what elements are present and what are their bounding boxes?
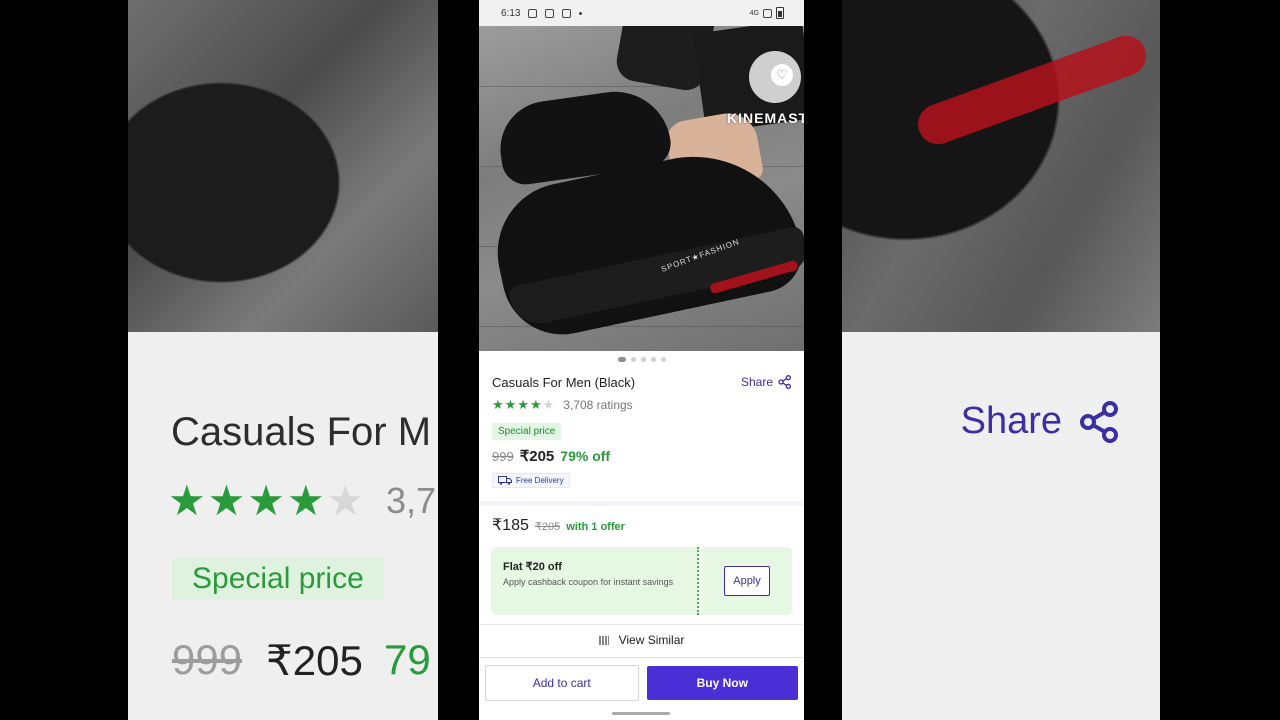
ratings-count: 3,708 ratings bbox=[563, 398, 633, 412]
bottom-action-bar: Add to cart Buy Now bbox=[479, 657, 804, 707]
background-zoom-left: Casuals For M ★★★★★ 3,7 Special price 99… bbox=[128, 0, 438, 720]
view-similar-button[interactable]: View Similar bbox=[479, 624, 804, 655]
apply-coupon-button[interactable]: Apply bbox=[724, 566, 770, 596]
phone-screen: 6:13 4G SPORT★FASHION ♡ KINEMASTER bbox=[479, 0, 804, 720]
mrp-price: 999 bbox=[492, 449, 514, 464]
background-zoom-right: Share bbox=[842, 0, 1160, 720]
free-delivery-label: Free Delivery bbox=[516, 476, 564, 485]
signal-icon bbox=[763, 8, 772, 18]
rating-row[interactable]: ★★★★★ 3,708 ratings bbox=[492, 397, 791, 413]
facebook-icon-2 bbox=[562, 8, 572, 18]
rating-stars: ★★★★★ bbox=[492, 397, 556, 412]
offer-strike-price: ₹205 bbox=[534, 521, 561, 533]
background-discount: 79 bbox=[384, 636, 431, 683]
buy-now-button[interactable]: Buy Now bbox=[646, 665, 798, 700]
battery-icon bbox=[776, 7, 784, 19]
wishlist-heart-icon[interactable]: ♡ bbox=[771, 64, 793, 86]
watermark-text: KINEMASTER bbox=[727, 110, 804, 126]
gesture-nav-bar[interactable] bbox=[612, 712, 670, 715]
discount-percent: 79% off bbox=[560, 448, 611, 464]
offer-count: with 1 offer bbox=[566, 521, 625, 533]
special-price-badge: Special price bbox=[492, 423, 562, 440]
background-photo bbox=[128, 0, 438, 332]
coupon-card: Flat ₹20 off Apply cashback coupon for i… bbox=[491, 547, 792, 615]
background-stars: ★★★★★ bbox=[168, 477, 367, 524]
background-title: Casuals For M bbox=[171, 410, 432, 454]
background-mrp: 999 bbox=[172, 636, 243, 683]
share-label: Share bbox=[740, 375, 773, 389]
network-label: 4G bbox=[749, 9, 759, 17]
price-row: 999 ₹205 79% off bbox=[492, 447, 791, 465]
offer-summary: ₹185 ₹205 with 1 offer bbox=[479, 506, 804, 535]
coupon-title: Flat ₹20 off bbox=[503, 561, 562, 573]
share-icon bbox=[778, 375, 791, 389]
pavement-line bbox=[479, 326, 804, 327]
selling-price: ₹205 bbox=[519, 448, 555, 465]
coupon-action: Apply bbox=[702, 547, 792, 615]
background-details-right bbox=[842, 332, 1160, 720]
pager-dot[interactable] bbox=[650, 357, 656, 362]
pager-dot[interactable] bbox=[630, 357, 636, 362]
offer-price: ₹185 bbox=[492, 517, 529, 534]
share-icon bbox=[1080, 400, 1118, 443]
pager-dot[interactable] bbox=[660, 357, 666, 362]
view-similar-icon bbox=[598, 635, 609, 645]
background-special-price: Special price bbox=[172, 558, 384, 600]
pager-dot[interactable] bbox=[617, 357, 626, 362]
notification-icon bbox=[528, 8, 538, 18]
background-share-label: Share bbox=[960, 400, 1062, 442]
status-time: 6:13 bbox=[501, 7, 521, 19]
product-info: Casuals For Men (Black) Share ★★★★★ 3,70… bbox=[479, 365, 804, 490]
background-price: ₹205 bbox=[266, 637, 363, 684]
background-ratings: 3,7 bbox=[386, 480, 437, 521]
pager-dot[interactable] bbox=[640, 357, 646, 362]
share-button[interactable]: Share bbox=[741, 375, 792, 389]
image-pager bbox=[479, 351, 804, 365]
coupon-description: Apply cashback coupon for instant saving… bbox=[503, 577, 674, 587]
background-share: Share bbox=[961, 400, 1120, 443]
view-similar-label: View Similar bbox=[618, 633, 685, 647]
product-image[interactable]: SPORT★FASHION ♡ KINEMASTER bbox=[479, 26, 804, 351]
truck-icon bbox=[498, 476, 512, 485]
facebook-icon bbox=[545, 8, 555, 18]
free-delivery-badge: Free Delivery bbox=[492, 473, 570, 488]
status-bar: 6:13 4G bbox=[479, 0, 804, 26]
more-notifications-icon bbox=[579, 11, 583, 15]
coupon-details: Flat ₹20 off Apply cashback coupon for i… bbox=[491, 547, 699, 615]
add-to-cart-button[interactable]: Add to cart bbox=[485, 664, 639, 701]
